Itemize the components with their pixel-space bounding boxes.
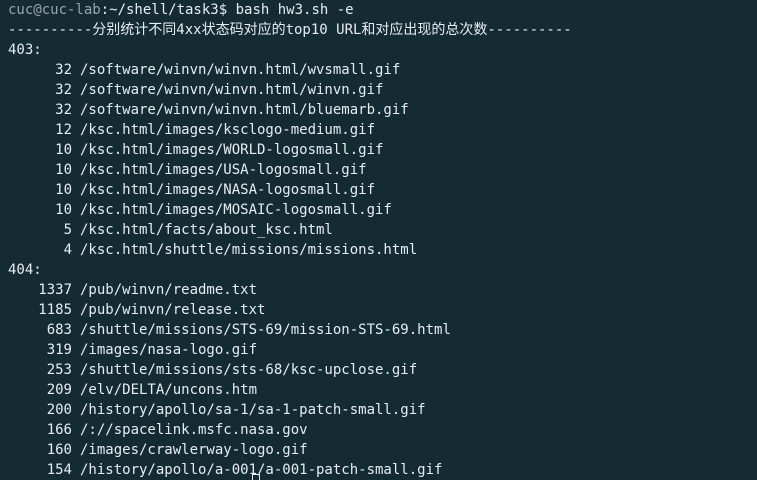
output-row: 5/ksc.html/facts/about_ksc.html	[8, 220, 757, 240]
row-count: 1185	[38, 302, 72, 318]
row-url: /pub/winvn/readme.txt	[80, 282, 258, 298]
output-row: 10/ksc.html/images/NASA-logosmall.gif	[8, 180, 757, 200]
output-row: 12/ksc.html/images/ksclogo-medium.gif	[8, 120, 757, 140]
row-count: 4	[63, 242, 72, 258]
output-header: ----------分别统计不同4xx状态码对应的top10 URL和对应出现的…	[8, 22, 572, 38]
row-url: /software/winvn/winvn.html/wvsmall.gif	[80, 62, 401, 78]
prompt-symbol: $	[218, 2, 228, 18]
row-count: 154	[46, 462, 72, 478]
command-text: bash hw3.sh -e	[227, 2, 354, 18]
row-url: /software/winvn/winvn.html/winvn.gif	[80, 82, 384, 98]
row-url: /ksc.html/facts/about_ksc.html	[80, 222, 333, 238]
row-url: /software/winvn/winvn.html/bluemarb.gif	[80, 102, 409, 118]
row-count: 12	[55, 122, 72, 138]
prompt-line: cuc@cuc-lab:~/shell/task3$ bash hw3.sh -…	[8, 0, 757, 20]
status-code-404: 404:	[8, 262, 42, 278]
output-row: 683/shuttle/missions/STS-69/mission-STS-…	[8, 320, 757, 340]
row-url: /images/nasa-logo.gif	[80, 342, 258, 358]
row-url: /history/apollo/sa-1/sa-1-patch-small.gi…	[80, 402, 426, 418]
row-url: /ksc.html/images/MOSAIC-logosmall.gif	[80, 202, 392, 218]
output-row: 200/history/apollo/sa-1/sa-1-patch-small…	[8, 400, 757, 420]
prompt-user-host: cuc@cuc-lab	[8, 2, 101, 18]
row-url: /ksc.html/images/USA-logosmall.gif	[80, 162, 367, 178]
row-count: 209	[46, 382, 72, 398]
output-row: 4/ksc.html/shuttle/missions/missions.htm…	[8, 240, 757, 260]
row-count: 683	[46, 322, 72, 338]
row-count: 319	[46, 342, 72, 358]
prompt-path: :~/shell/task3	[100, 2, 219, 18]
row-count: 10	[55, 202, 72, 218]
output-row: 32/software/winvn/winvn.html/bluemarb.gi…	[8, 100, 757, 120]
terminal-cursor	[252, 474, 260, 480]
row-url: /ksc.html/shuttle/missions/missions.html	[80, 242, 418, 258]
row-url: /ksc.html/images/NASA-logosmall.gif	[80, 182, 376, 198]
output-row: 154/history/apollo/a-001/a-001-patch-sma…	[8, 460, 757, 480]
output-row: 1185/pub/winvn/release.txt	[8, 300, 757, 320]
row-url: /ksc.html/images/ksclogo-medium.gif	[80, 122, 376, 138]
row-url: /pub/winvn/release.txt	[80, 302, 266, 318]
row-count: 5	[63, 222, 72, 238]
row-count: 160	[46, 442, 72, 458]
row-url: /shuttle/missions/STS-69/mission-STS-69.…	[80, 322, 451, 338]
row-count: 10	[55, 142, 72, 158]
row-count: 253	[46, 362, 72, 378]
output-row: 319/images/nasa-logo.gif	[8, 340, 757, 360]
row-count: 10	[55, 182, 72, 198]
row-count: 166	[46, 422, 72, 438]
row-count: 32	[55, 62, 72, 78]
row-count: 32	[55, 82, 72, 98]
row-count: 10	[55, 162, 72, 178]
row-url: /history/apollo/a-001/a-001-patch-small.…	[80, 462, 443, 478]
output-row: 10/ksc.html/images/MOSAIC-logosmall.gif	[8, 200, 757, 220]
row-count: 200	[46, 402, 72, 418]
output-row: 32/software/winvn/winvn.html/winvn.gif	[8, 80, 757, 100]
row-url: /images/crawlerway-logo.gif	[80, 442, 308, 458]
output-row: 1337/pub/winvn/readme.txt	[8, 280, 757, 300]
output-row: 10/ksc.html/images/WORLD-logosmall.gif	[8, 140, 757, 160]
row-count: 1337	[38, 282, 72, 298]
row-url: /elv/DELTA/uncons.htm	[80, 382, 258, 398]
status-code-403: 403:	[8, 42, 42, 58]
output-row: 253/shuttle/missions/sts-68/ksc-upclose.…	[8, 360, 757, 380]
row-url: /ksc.html/images/WORLD-logosmall.gif	[80, 142, 384, 158]
output-row: 209/elv/DELTA/uncons.htm	[8, 380, 757, 400]
output-row: 32/software/winvn/winvn.html/wvsmall.gif	[8, 60, 757, 80]
output-row: 10/ksc.html/images/USA-logosmall.gif	[8, 160, 757, 180]
row-count: 32	[55, 102, 72, 118]
terminal-window[interactable]: cuc@cuc-lab:~/shell/task3$ bash hw3.sh -…	[0, 0, 757, 480]
output-row: 160/images/crawlerway-logo.gif	[8, 440, 757, 460]
row-url: /shuttle/missions/sts-68/ksc-upclose.gif	[80, 362, 418, 378]
output-row: 166 /://spacelink.msfc.nasa.gov	[8, 420, 757, 440]
row-url: /://spacelink.msfc.nasa.gov	[80, 422, 308, 438]
